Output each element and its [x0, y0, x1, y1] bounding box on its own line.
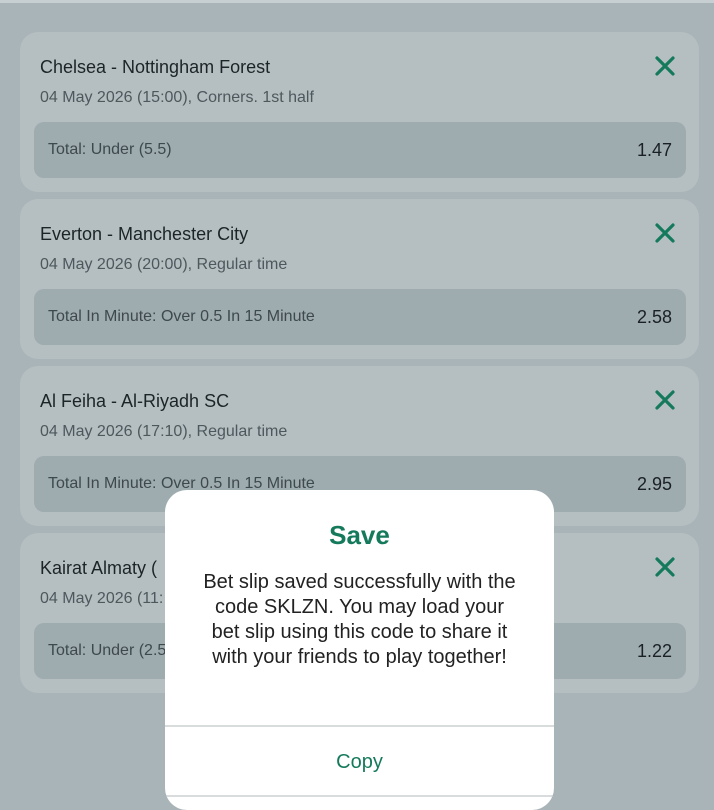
bet-card-2: Everton - Manchester City 04 May 2026 (2… [20, 199, 699, 359]
dialog-title: Save [329, 520, 390, 550]
match-title: Al Feiha - Al-Riyadh SC [40, 391, 230, 411]
odds-value: 2.95 [636, 474, 672, 494]
bet-card-1: Chelsea - Nottingham Forest 04 May 2026 … [20, 32, 699, 192]
remove-bet-button[interactable] [651, 219, 679, 247]
remove-bet-button[interactable] [651, 52, 679, 80]
market-row[interactable]: Total: Under (5.5) 1.47 [34, 122, 686, 178]
market-name: Total In Minute: Over 0.5 In 15 Minute [48, 308, 315, 325]
remove-bet-button[interactable] [651, 553, 679, 581]
match-details: 04 May 2026 (20:00), Regular time [40, 256, 288, 273]
dialog-divider-bottom [165, 795, 554, 797]
dialog-message: Bet slip saved successfully with the cod… [203, 571, 516, 668]
odds-value: 1.47 [636, 140, 672, 160]
match-title: Chelsea - Nottingham Forest [40, 57, 271, 77]
save-dialog: Save Bet slip saved successfully with th… [165, 490, 554, 810]
match-details: 04 May 2026 (15:00), Corners. 1st half [40, 89, 314, 106]
match-title: Kairat Almaty ( [40, 558, 158, 578]
match-details: 04 May 2026 (11: [40, 590, 164, 607]
close-icon [655, 390, 675, 410]
match-title: Everton - Manchester City [40, 224, 249, 244]
close-icon [655, 56, 675, 76]
odds-value: 1.22 [636, 641, 672, 661]
top-divider [0, 0, 714, 3]
market-row[interactable]: Total In Minute: Over 0.5 In 15 Minute 2… [34, 289, 686, 345]
market-name: Total: Under (2.5 [48, 642, 167, 659]
remove-bet-button[interactable] [651, 386, 679, 414]
odds-value: 2.58 [636, 307, 672, 327]
copy-button[interactable]: Copy [165, 727, 554, 797]
close-icon [655, 223, 675, 243]
match-details: 04 May 2026 (17:10), Regular time [40, 423, 288, 440]
close-icon [655, 557, 675, 577]
market-name: Total: Under (5.5) [48, 141, 172, 158]
